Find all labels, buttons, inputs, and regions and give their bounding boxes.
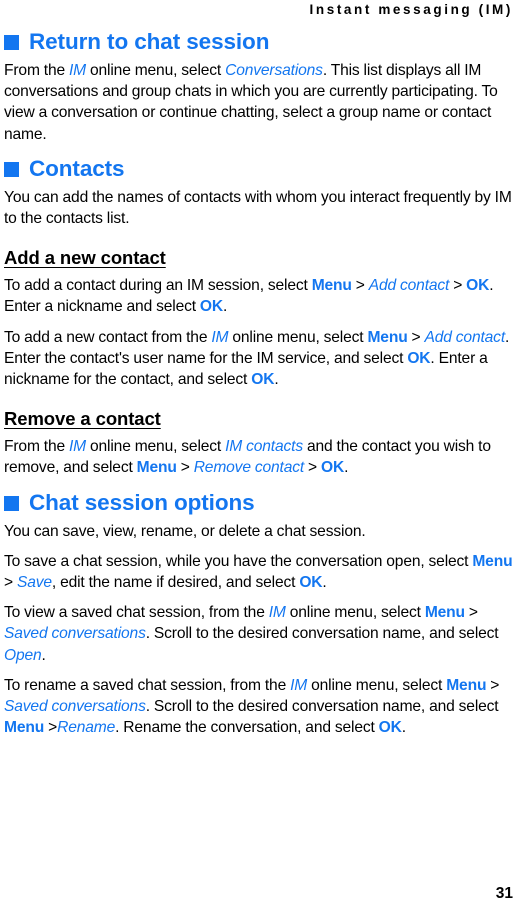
section-heading: Contacts [4,155,514,182]
ui-term-italic-blue: Save [16,574,52,592]
running-header: Instant messaging (IM) [309,2,513,17]
ui-term-italic-blue: Saved conversations [4,698,146,716]
text-run: > [407,328,425,346]
ui-term-bold-blue: OK [299,574,323,592]
ui-term-italic-blue: Add contact [424,328,506,346]
ui-term-bold-blue: OK [378,719,402,737]
square-bullet-icon [4,35,19,50]
text-run: > [176,459,194,477]
text-run: . [344,459,349,477]
text-run: From the [4,438,69,456]
text-run: You can save, view, rename, or delete a … [4,522,366,540]
section-heading-label: Contacts [29,155,125,181]
paragraph: From the IM online menu, select IM conta… [4,436,514,478]
paragraph: You can save, view, rename, or delete a … [4,521,514,542]
ui-term-bold-blue: Menu [472,552,513,570]
section-heading-label: Chat session options [29,489,255,515]
text-run: . [322,574,327,592]
text-run: online menu, select [86,438,226,456]
text-run: You can add the names of contacts with w… [4,188,512,228]
paragraph: To view a saved chat session, from the I… [4,602,514,666]
page-number: 31 [495,885,513,902]
ui-term-bold-blue: Menu [311,277,352,295]
ui-term-bold-blue: Menu [424,604,465,622]
ui-term-italic-blue: Rename [57,719,116,737]
ui-term-italic-blue: IM [211,328,229,346]
text-run: , edit the name if desired, and select [51,574,300,592]
text-run: . Scroll to the desired conversation nam… [145,625,499,643]
subsection-heading: Remove a contact [4,408,161,430]
text-run: > [351,277,369,295]
document-page: Instant messaging (IM) Return to chat se… [0,0,518,914]
ui-term-bold-blue: OK [407,349,431,367]
ui-term-italic-blue: IM [68,62,87,79]
ui-term-italic-blue: Conversations [225,62,323,79]
ui-term-bold-blue: OK [466,277,490,295]
square-bullet-icon [4,161,19,177]
ui-term-bold-blue: OK [199,298,223,316]
text-run: > [304,459,321,477]
paragraph: To add a new contact from the IM online … [4,327,514,391]
text-run: . [401,719,406,737]
ui-term-italic-blue: Open [4,646,42,664]
ui-term-italic-blue: Add contact [368,277,450,295]
text-run: > [44,719,58,737]
ui-term-bold-blue: Menu [4,719,45,737]
ui-term-italic-blue: Remove contact [193,459,305,477]
text-run: online menu, select [307,676,447,694]
text-run: To view a saved chat session, from the [4,604,269,622]
ui-term-bold-blue: OK [251,371,275,389]
subsection-add-a-new-contact: Add a new contact To add a contact during… [4,247,514,390]
ui-term-italic-blue: IM [290,676,308,694]
section-heading-label: Return to chat session [29,29,270,54]
subsection-remove-a-contact: Remove a contact From the IM online menu,… [4,408,514,478]
paragraph: To rename a saved chat session, from the… [4,675,514,739]
section-return-to-chat-session: Return to chat session From the IM online… [4,28,514,145]
section-heading: Chat session options [4,489,514,516]
text-run: > [449,277,467,295]
section-chat-session-options: Chat session options You can save, view, … [4,489,514,739]
text-run: . [223,298,228,316]
paragraph: To save a chat session, while you have t… [4,551,514,593]
text-run: To add a contact during an IM session, s… [4,277,312,295]
ui-term-bold-blue: Menu [136,459,177,477]
ui-term-italic-blue: IM contacts [225,438,303,456]
text-run: > [486,676,500,694]
text-run: . Scroll to the desired conversation nam… [145,698,499,716]
paragraph: From the IM online menu, select Conversa… [4,60,514,145]
ui-term-italic-blue: Saved conversations [4,625,146,643]
ui-term-italic-blue: IM [268,604,286,622]
text-run: > [4,574,17,592]
paragraph: To add a contact during an IM session, s… [4,275,514,317]
paragraph: You can add the names of contacts with w… [4,187,514,229]
text-run: online menu, select [228,328,368,346]
section-heading: Return to chat session [4,28,514,55]
text-run: . [41,646,46,664]
square-bullet-icon [4,495,19,511]
text-run: From the [4,62,69,79]
text-run: To rename a saved chat session, from the [4,676,291,694]
text-run: To add a new contact from the [4,328,212,346]
text-run: . Rename the conversation, and select [115,719,379,737]
ui-term-bold-blue: Menu [367,328,408,346]
text-run: online menu, select [86,62,226,79]
ui-term-bold-blue: Menu [446,676,487,694]
ui-term-bold-blue: OK [320,459,345,477]
page-content: Return to chat session From the IM online… [4,28,514,738]
section-contacts: Contacts You can add the names of contact… [4,155,514,479]
text-run: To save a chat session, while you have t… [4,552,473,570]
ui-term-italic-blue: IM [68,438,87,456]
text-run: . [274,371,279,389]
text-run: online menu, select [285,604,425,622]
text-run: > [464,604,478,622]
subsection-heading: Add a new contact [4,247,166,269]
